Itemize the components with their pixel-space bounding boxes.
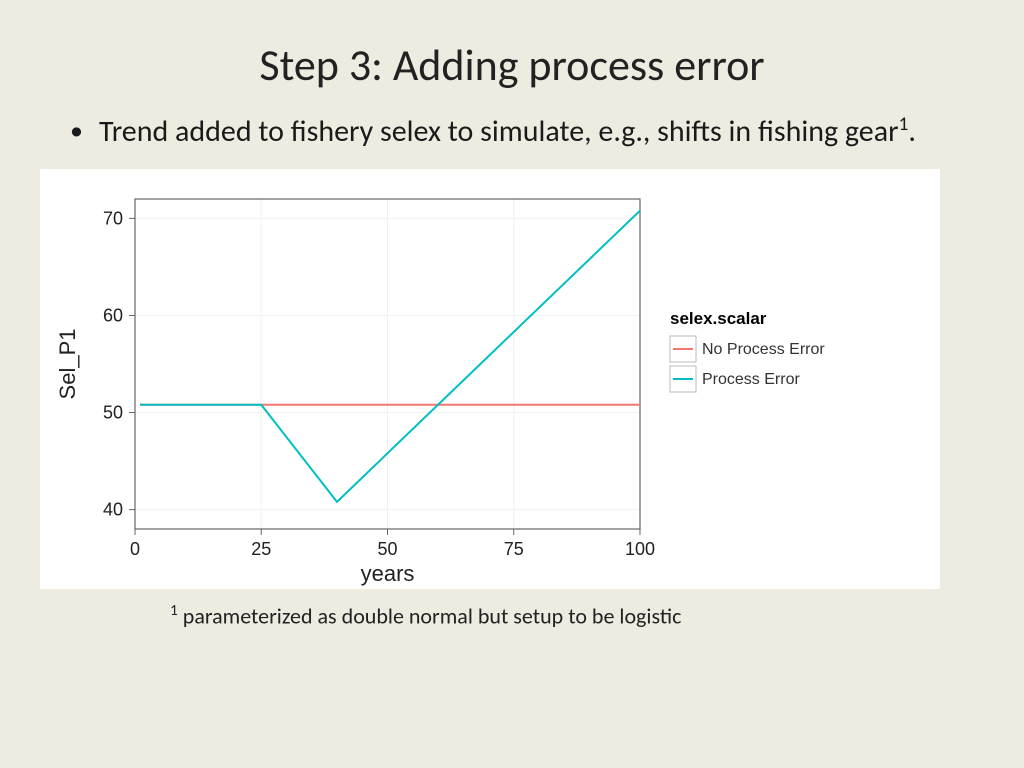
bullet-text-pre: Trend added to fishery selex to simulate… — [99, 113, 899, 150]
bullet-text: Trend added to fishery selex to simulate… — [99, 112, 916, 151]
svg-text:selex.scalar: selex.scalar — [670, 309, 767, 328]
bullet-list: • Trend added to fishery selex to simula… — [0, 102, 1024, 151]
slide-title: Step 3: Adding process error — [0, 0, 1024, 102]
svg-text:years: years — [361, 561, 415, 586]
bullet-item: • Trend added to fishery selex to simula… — [70, 112, 954, 151]
footnote: 1 parameterized as double normal but set… — [0, 589, 1024, 629]
svg-text:Sel_P1: Sel_P1 — [55, 328, 80, 399]
svg-text:75: 75 — [504, 539, 524, 559]
bullet-sup: 1 — [899, 112, 909, 136]
svg-text:40: 40 — [103, 499, 123, 519]
svg-text:70: 70 — [103, 208, 123, 228]
line-chart: 0 25 50 75 100 40 50 60 70 years Sel_P1 selex.scala… — [40, 169, 940, 589]
svg-text:60: 60 — [103, 305, 123, 325]
svg-text:No Process Error: No Process Error — [702, 341, 825, 358]
svg-text:100: 100 — [625, 539, 655, 559]
svg-text:Process Error: Process Error — [702, 371, 800, 388]
footnote-sup: 1 — [170, 601, 178, 620]
chart-container: 0 25 50 75 100 40 50 60 70 years Sel_P1 selex.scala… — [40, 169, 940, 589]
bullet-dot-icon: • — [70, 112, 83, 150]
svg-text:0: 0 — [130, 539, 140, 559]
footnote-text: parameterized as double normal but setup… — [178, 602, 682, 629]
svg-text:25: 25 — [251, 539, 271, 559]
svg-text:50: 50 — [377, 539, 397, 559]
slide: Step 3: Adding process error • Trend add… — [0, 0, 1024, 768]
bullet-text-post: . — [908, 113, 916, 150]
svg-text:50: 50 — [103, 402, 123, 422]
